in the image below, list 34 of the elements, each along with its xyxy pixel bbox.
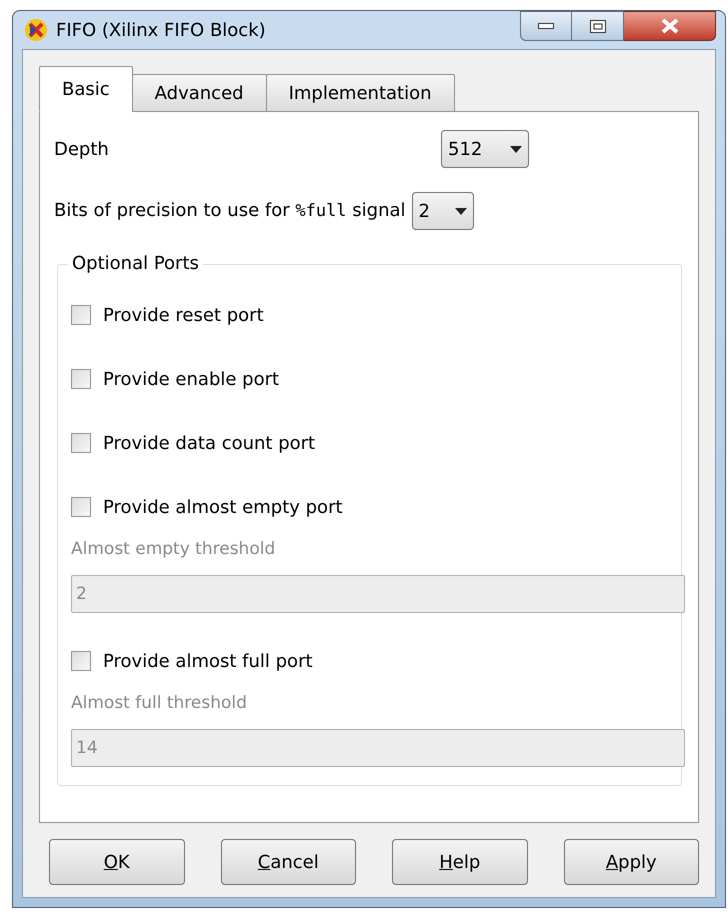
group-title: Optional Ports xyxy=(68,252,203,276)
app-logo-icon xyxy=(24,18,48,42)
tab[interactable]: Implementation xyxy=(266,74,455,112)
field-label: Almost empty threshold xyxy=(71,538,276,561)
tab[interactable]: Basic xyxy=(39,66,133,112)
checkbox[interactable] xyxy=(71,369,91,389)
maximize-button[interactable] xyxy=(572,11,624,41)
dropdown[interactable]: 512 xyxy=(441,130,529,168)
checkbox-label: Provide almost full port xyxy=(103,650,313,674)
dialog-button[interactable]: Apply xyxy=(564,839,699,885)
minimize-icon xyxy=(538,23,554,29)
window-title: FIFO (Xilinx FIFO Block) xyxy=(56,18,266,42)
minimize-button[interactable] xyxy=(520,11,572,41)
checkbox-label: Provide almost empty port xyxy=(103,496,343,520)
caret-icon xyxy=(454,208,467,214)
field-label: Bits of precision to use for %full signal xyxy=(54,199,407,224)
maximize-icon xyxy=(590,20,606,32)
checkbox-label: Provide reset port xyxy=(103,304,264,328)
dropdown[interactable]: 2 xyxy=(412,192,474,230)
close-icon xyxy=(660,18,678,34)
checkbox[interactable] xyxy=(71,433,91,453)
checkbox[interactable] xyxy=(71,497,91,517)
field-label: Almost full threshold xyxy=(71,692,248,715)
field-label: Depth xyxy=(54,138,110,162)
dialog-button[interactable]: OK xyxy=(49,839,184,885)
caret-icon xyxy=(510,146,522,152)
dialog-button[interactable]: Help xyxy=(392,839,528,885)
tab[interactable]: Advanced xyxy=(132,74,267,112)
checkbox-label: Provide enable port xyxy=(103,368,280,392)
checkbox[interactable] xyxy=(71,305,91,325)
checkbox[interactable] xyxy=(71,651,91,671)
dialog-button[interactable]: Cancel xyxy=(220,839,356,885)
close-button[interactable] xyxy=(624,11,716,41)
checkbox-label: Provide data count port xyxy=(103,432,316,456)
